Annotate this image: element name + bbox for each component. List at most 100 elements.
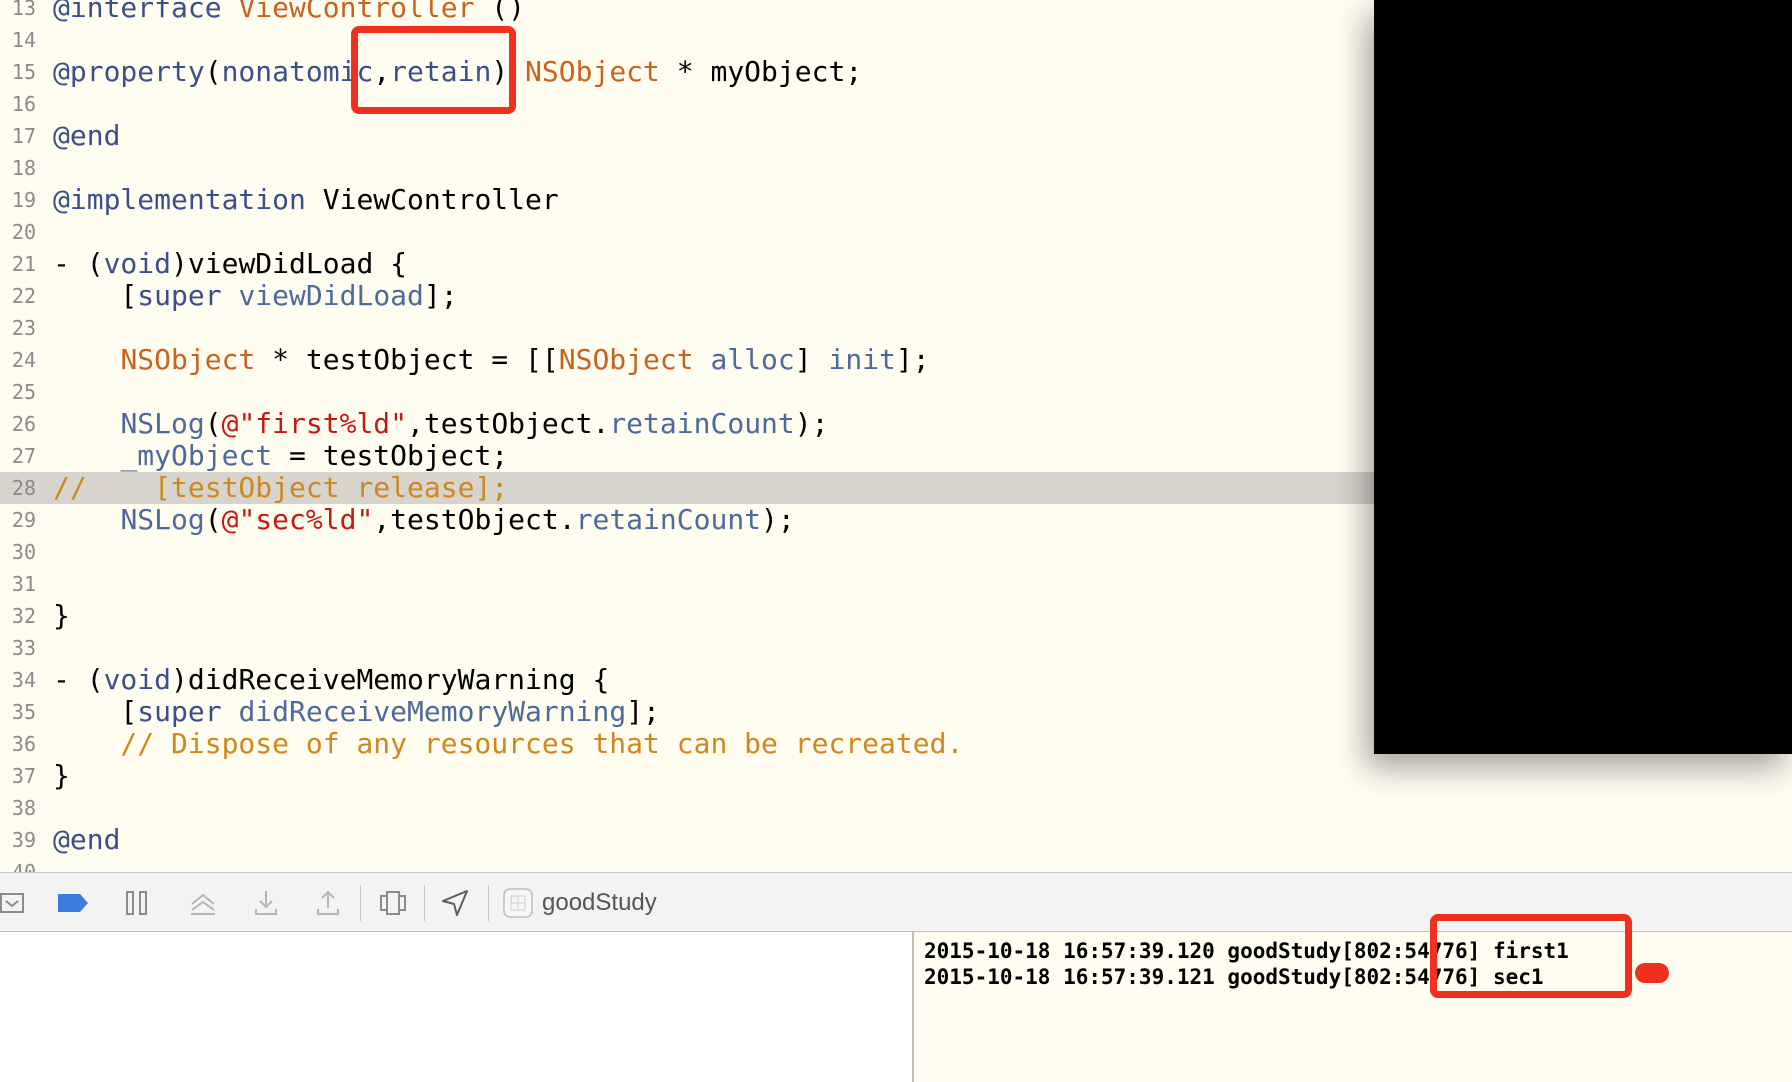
line-number[interactable]: 32 [0, 600, 36, 632]
code-text[interactable]: @interface ViewController () [53, 0, 525, 24]
line-number[interactable]: 37 [0, 760, 36, 792]
code-line[interactable]: 19 @implementation ViewController [0, 184, 1374, 216]
console-output[interactable]: 2015-10-18 16:57:39.120 goodStudy[802:54… [914, 932, 1792, 1082]
code-token: NSLog [120, 407, 205, 440]
line-number[interactable]: 24 [0, 344, 36, 376]
line-number[interactable]: 28 [0, 472, 36, 504]
code-line[interactable]: 29 NSLog(@"sec%ld",testObject.retainCoun… [0, 504, 1374, 536]
line-number[interactable]: 14 [0, 24, 36, 56]
code-token: @"first%ld" [221, 407, 408, 440]
line-number[interactable]: 16 [0, 88, 36, 120]
code-line[interactable]: 36 // Dispose of any resources that can … [0, 728, 1374, 760]
code-line[interactable]: 20 [0, 216, 1374, 248]
code-token: ,testObject. [407, 407, 610, 440]
code-text[interactable]: // Dispose of any resources that can be … [53, 728, 963, 760]
code-line[interactable]: 21 - (void)viewDidLoad { [0, 248, 1374, 280]
line-number[interactable]: 29 [0, 504, 36, 536]
code-line[interactable]: 18 [0, 152, 1374, 184]
breakpoint-icon[interactable] [56, 887, 90, 919]
line-number[interactable]: 17 [0, 120, 36, 152]
code-token: [ [53, 695, 138, 728]
line-number[interactable]: 31 [0, 568, 36, 600]
line-number[interactable]: 35 [0, 696, 36, 728]
line-number[interactable]: 30 [0, 536, 36, 568]
code-line[interactable]: 22 [super viewDidLoad]; [0, 280, 1374, 312]
code-line[interactable]: 15 @property(nonatomic,retain) NSObject *… [0, 56, 1374, 88]
code-text[interactable]: } [53, 760, 70, 792]
code-text[interactable]: - (void)didReceiveMemoryWarning { [53, 664, 609, 696]
code-token: NSObject [525, 55, 660, 88]
line-number[interactable]: 23 [0, 312, 36, 344]
code-line[interactable]: 40 [0, 856, 1374, 872]
code-line[interactable]: 27 _myObject = testObject; [0, 440, 1374, 472]
line-number[interactable]: 22 [0, 280, 36, 312]
code-line[interactable]: 28 // [testObject release]; [0, 472, 1374, 504]
code-text[interactable]: NSLog(@"first%ld",testObject.retainCount… [53, 408, 828, 440]
line-number[interactable]: 26 [0, 408, 36, 440]
line-number[interactable]: 36 [0, 728, 36, 760]
code-text[interactable]: @implementation ViewController [53, 184, 559, 216]
code-line[interactable]: 31 [0, 568, 1374, 600]
line-number[interactable]: 13 [0, 0, 36, 24]
code-line[interactable]: 35 [super didReceiveMemoryWarning]; [0, 696, 1374, 728]
code-text[interactable]: } [53, 600, 70, 632]
code-token: [ [53, 279, 138, 312]
code-line[interactable]: 30 [0, 536, 1374, 568]
line-number[interactable]: 21 [0, 248, 36, 280]
code-line[interactable]: 33 [0, 632, 1374, 664]
pause-icon[interactable] [124, 887, 150, 919]
code-line[interactable]: 34 - (void)didReceiveMemoryWarning { [0, 664, 1374, 696]
code-text[interactable]: - (void)viewDidLoad { [53, 248, 407, 280]
line-number[interactable]: 38 [0, 792, 36, 824]
location-icon[interactable] [440, 887, 470, 919]
code-text[interactable]: [super viewDidLoad]; [53, 279, 457, 312]
code-line[interactable]: 13 @interface ViewController () [0, 0, 1374, 24]
line-number[interactable]: 20 [0, 216, 36, 248]
line-number[interactable]: 27 [0, 440, 36, 472]
line-number[interactable]: 39 [0, 824, 36, 856]
line-number[interactable]: 34 [0, 664, 36, 696]
line-number[interactable]: 40 [0, 856, 36, 872]
step-out-icon[interactable] [314, 887, 342, 919]
scheme-app-icon[interactable] [502, 887, 534, 919]
code-text[interactable]: // [testObject release]; [53, 472, 508, 504]
code-line[interactable]: 32} [0, 600, 1374, 632]
code-text[interactable]: NSLog(@"sec%ld",testObject.retainCount); [53, 503, 794, 536]
scheme-label[interactable]: goodStudy [542, 873, 657, 933]
code-line[interactable]: 24 NSObject * testObject = [[NSObject al… [0, 344, 1374, 376]
code-line[interactable]: 37} [0, 760, 1374, 792]
hide-console-icon[interactable] [0, 887, 26, 919]
code-line[interactable]: 38 [0, 792, 1374, 824]
variables-view[interactable] [0, 932, 912, 1082]
code-token: )didReceiveMemoryWarning { [171, 663, 610, 696]
line-number[interactable]: 19 [0, 184, 36, 216]
code-token: didReceiveMemoryWarning [238, 695, 627, 728]
code-token: } [53, 599, 70, 632]
code-line[interactable]: 39 @end [0, 824, 1374, 856]
code-token: super [137, 695, 222, 728]
step-over-icon[interactable] [188, 887, 218, 919]
line-number[interactable]: 25 [0, 376, 36, 408]
step-into-icon[interactable] [252, 887, 280, 919]
code-token: () [474, 0, 526, 24]
code-line[interactable]: 16 [0, 88, 1374, 120]
code-text[interactable]: _myObject = testObject; [53, 440, 508, 472]
line-number[interactable]: 18 [0, 152, 36, 184]
code-text[interactable]: [super didReceiveMemoryWarning]; [53, 695, 659, 728]
code-line[interactable]: 23 [0, 312, 1374, 344]
code-text[interactable]: NSObject * testObject = [[NSObject alloc… [53, 343, 929, 376]
code-token: init [828, 343, 896, 376]
code-text[interactable]: @end [53, 120, 120, 152]
code-text[interactable]: @end [53, 824, 120, 856]
code-line[interactable]: 25 [0, 376, 1374, 408]
line-number[interactable]: 15 [0, 56, 36, 88]
line-number[interactable]: 33 [0, 632, 36, 664]
code-line[interactable]: 17 @end [0, 120, 1374, 152]
code-line[interactable]: 26 NSLog(@"first%ld",testObject.retainCo… [0, 408, 1374, 440]
code-line[interactable]: 14 [0, 24, 1374, 56]
view-hierarchy-icon[interactable] [378, 887, 408, 919]
